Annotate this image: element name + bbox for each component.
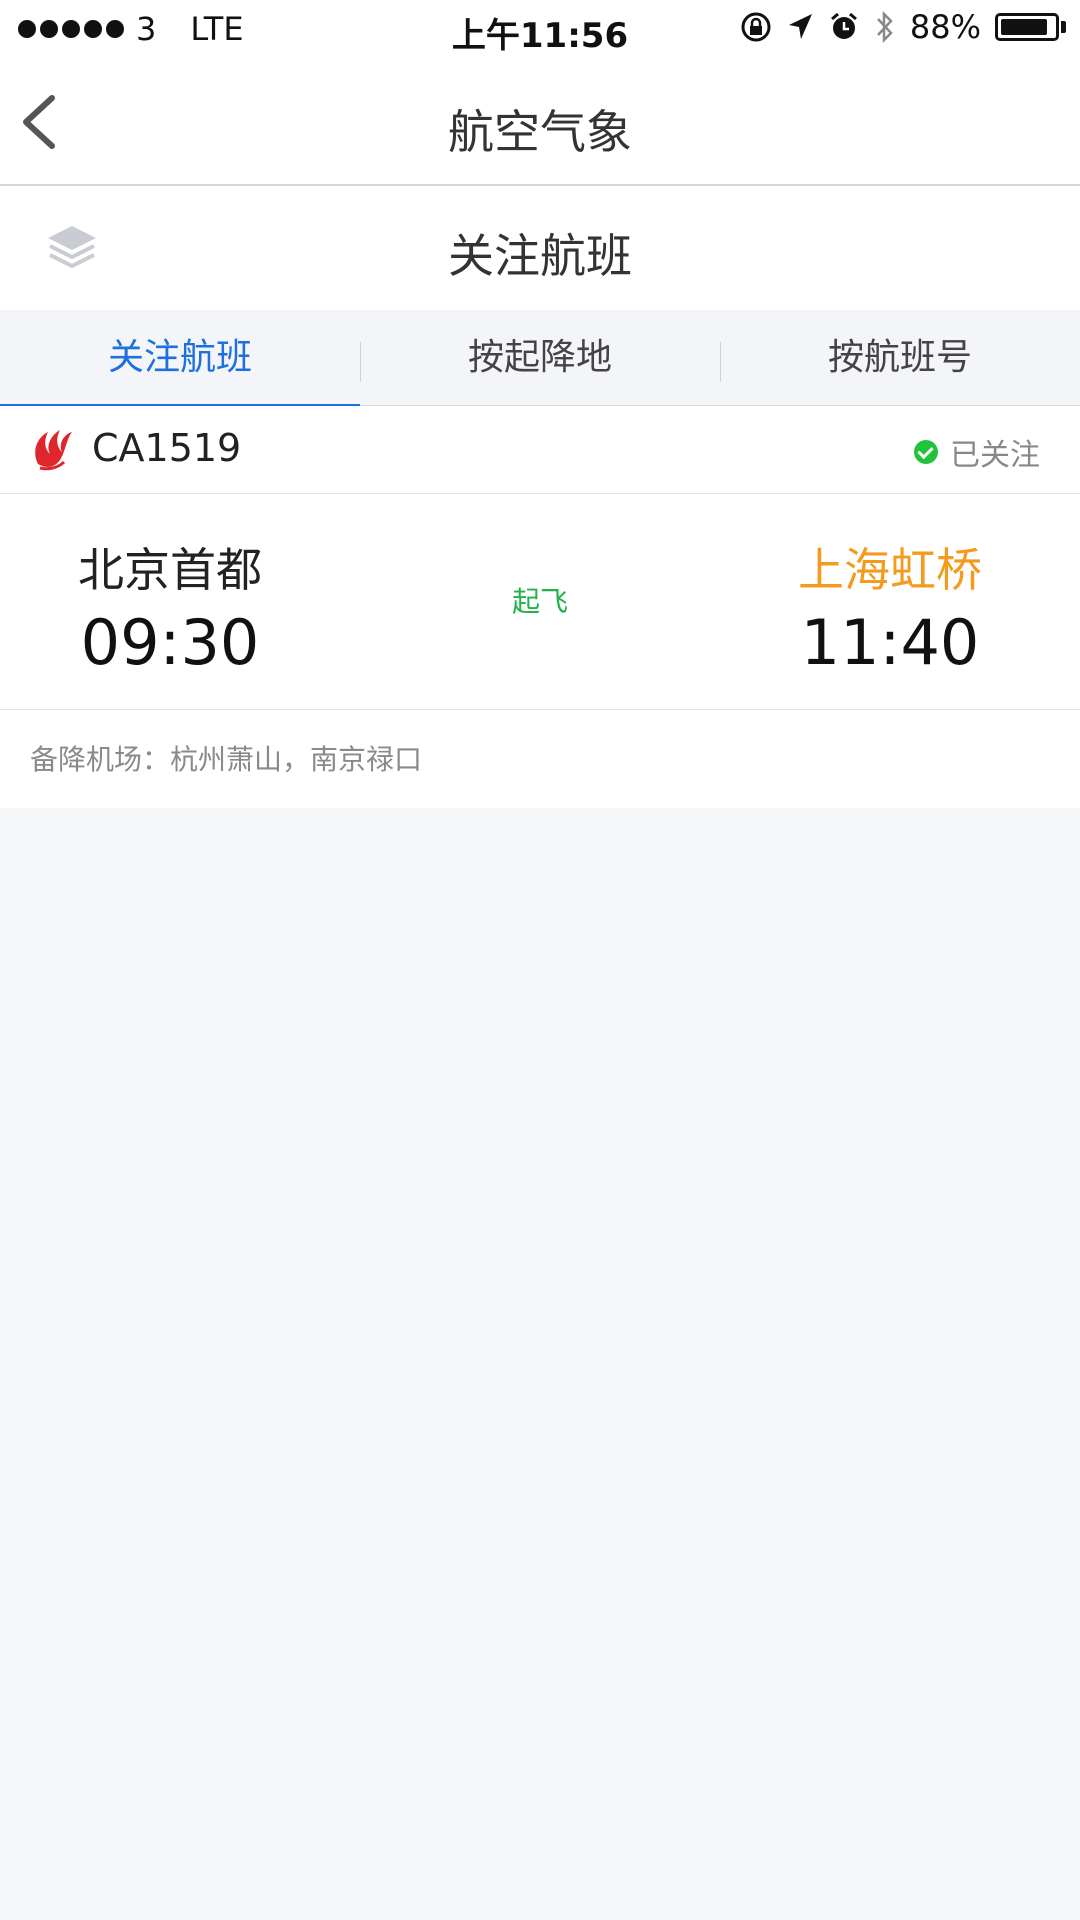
alarm-icon	[830, 12, 857, 39]
tab-divider	[360, 342, 361, 382]
location-arrow-icon	[788, 14, 812, 39]
follow-status[interactable]: 已关注	[914, 430, 1040, 474]
flight-card-header: CA1519 已关注	[0, 406, 1080, 494]
tab-divider	[720, 342, 721, 382]
flight-status: 起飞	[511, 585, 568, 618]
follow-label: 已关注	[950, 438, 1040, 473]
arrival-time: 11:40	[800, 606, 980, 679]
status-right: 88%	[740, 8, 1066, 46]
battery-percent: 88%	[909, 8, 981, 46]
status-bar: 3 LTE 上午11:56 88%	[0, 0, 1080, 58]
section-title: 关注航班	[448, 229, 632, 283]
departure-city: 北京首都	[78, 543, 262, 597]
section-header: 关注航班	[0, 186, 1080, 310]
nav-bar: 航空气象	[0, 58, 1080, 186]
departure-time: 09:30	[80, 606, 260, 679]
flight-card[interactable]: CA1519 已关注 北京首都 09:30 起飞 上海虹桥 11:40 备降机场…	[0, 406, 1080, 808]
rotation-lock-icon	[741, 12, 771, 42]
check-circle-icon	[914, 440, 938, 464]
bluetooth-icon	[876, 10, 893, 44]
flight-number: CA1519	[92, 426, 242, 470]
air-china-logo-icon	[35, 430, 72, 471]
arrival-city: 上海虹桥	[798, 543, 982, 597]
tab-followed-flights[interactable]: 关注航班	[0, 310, 360, 407]
alternate-airports: 备降机场：杭州萧山，南京禄口	[30, 743, 423, 776]
tab-bar: 关注航班 按起降地 按航班号	[0, 310, 1080, 407]
page-title: 航空气象	[448, 105, 632, 159]
tab-by-airport[interactable]: 按起降地	[360, 310, 720, 406]
battery-icon	[995, 13, 1066, 41]
flight-route: 北京首都 09:30 起飞 上海虹桥 11:40	[0, 494, 1080, 710]
tab-by-flight-number[interactable]: 按航班号	[720, 310, 1080, 406]
